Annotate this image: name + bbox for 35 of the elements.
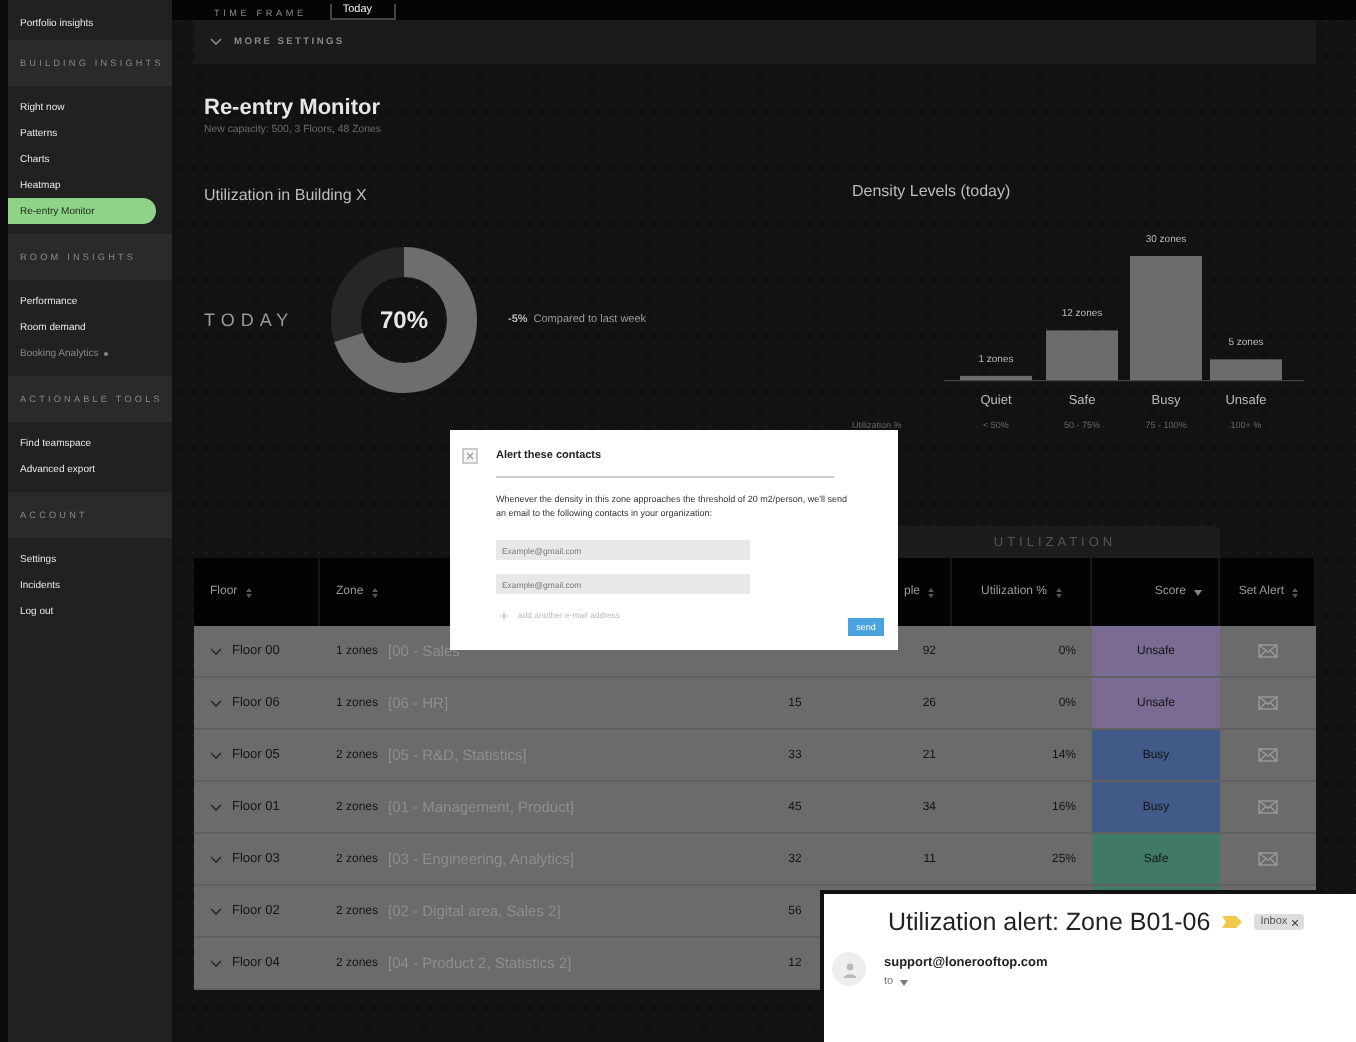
section-heading: Density Levels (today) (852, 182, 1013, 200)
caret-down-icon[interactable] (1194, 589, 1202, 595)
envelope-icon[interactable] (1258, 644, 1278, 658)
utilization-value: 70% (379, 306, 429, 334)
section-heading: Utilization in Building X (204, 186, 369, 204)
close-icon[interactable] (1291, 919, 1298, 925)
avatar (832, 952, 866, 986)
sort-icon[interactable] (1055, 587, 1061, 597)
chevron-down-icon[interactable] (210, 907, 222, 915)
sort-icon[interactable] (1292, 587, 1298, 597)
envelope-icon[interactable] (1258, 748, 1278, 762)
bar (1130, 256, 1202, 380)
email-subject: Utilization alert: Zone B01-06 (888, 908, 1211, 936)
chevron-down-icon[interactable] (210, 699, 222, 707)
sort-icon[interactable] (928, 587, 934, 597)
bar (1210, 359, 1282, 380)
chevron-down-icon[interactable] (210, 959, 222, 967)
caret-down-icon (899, 979, 908, 985)
plus-icon (500, 611, 508, 619)
tag-icon (1222, 916, 1243, 928)
envelope-icon[interactable] (1258, 852, 1278, 866)
envelope-icon[interactable] (1258, 800, 1278, 814)
page-title: Re-entry Monitor (204, 96, 382, 120)
sort-icon[interactable] (371, 587, 378, 597)
bar (1046, 330, 1118, 380)
chevron-down-icon[interactable] (210, 751, 222, 759)
period-label: TODAY (204, 310, 297, 330)
chevron-down-icon[interactable] (210, 38, 222, 46)
chevron-down-icon[interactable] (210, 647, 222, 655)
chevron-down-icon[interactable] (210, 855, 222, 863)
envelope-icon[interactable] (1258, 696, 1278, 710)
close-button[interactable] (462, 448, 478, 464)
bar (960, 375, 1032, 380)
sort-icon[interactable] (245, 587, 252, 597)
chevron-down-icon[interactable] (210, 803, 222, 811)
